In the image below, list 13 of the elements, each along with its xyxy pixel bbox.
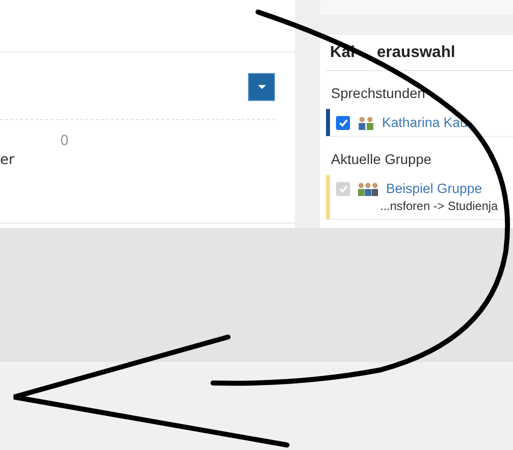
count-value: 0 — [60, 133, 69, 149]
checkbox[interactable] — [336, 116, 350, 130]
panel-title: erauswahl — [376, 44, 456, 62]
dropdown-button[interactable] — [248, 73, 275, 101]
section-heading: Aktuelle Gruppe — [330, 150, 432, 169]
calendar-path: ...nsforen -> Studienja — [380, 199, 498, 213]
caret-icon — [258, 85, 266, 89]
group-icon — [358, 182, 378, 196]
checkmark-icon — [338, 184, 348, 192]
stat-label: er — [0, 152, 14, 168]
people-icon — [358, 116, 374, 130]
section-heading: Sprechstunden — [330, 84, 426, 103]
checkmark-icon — [338, 118, 348, 126]
